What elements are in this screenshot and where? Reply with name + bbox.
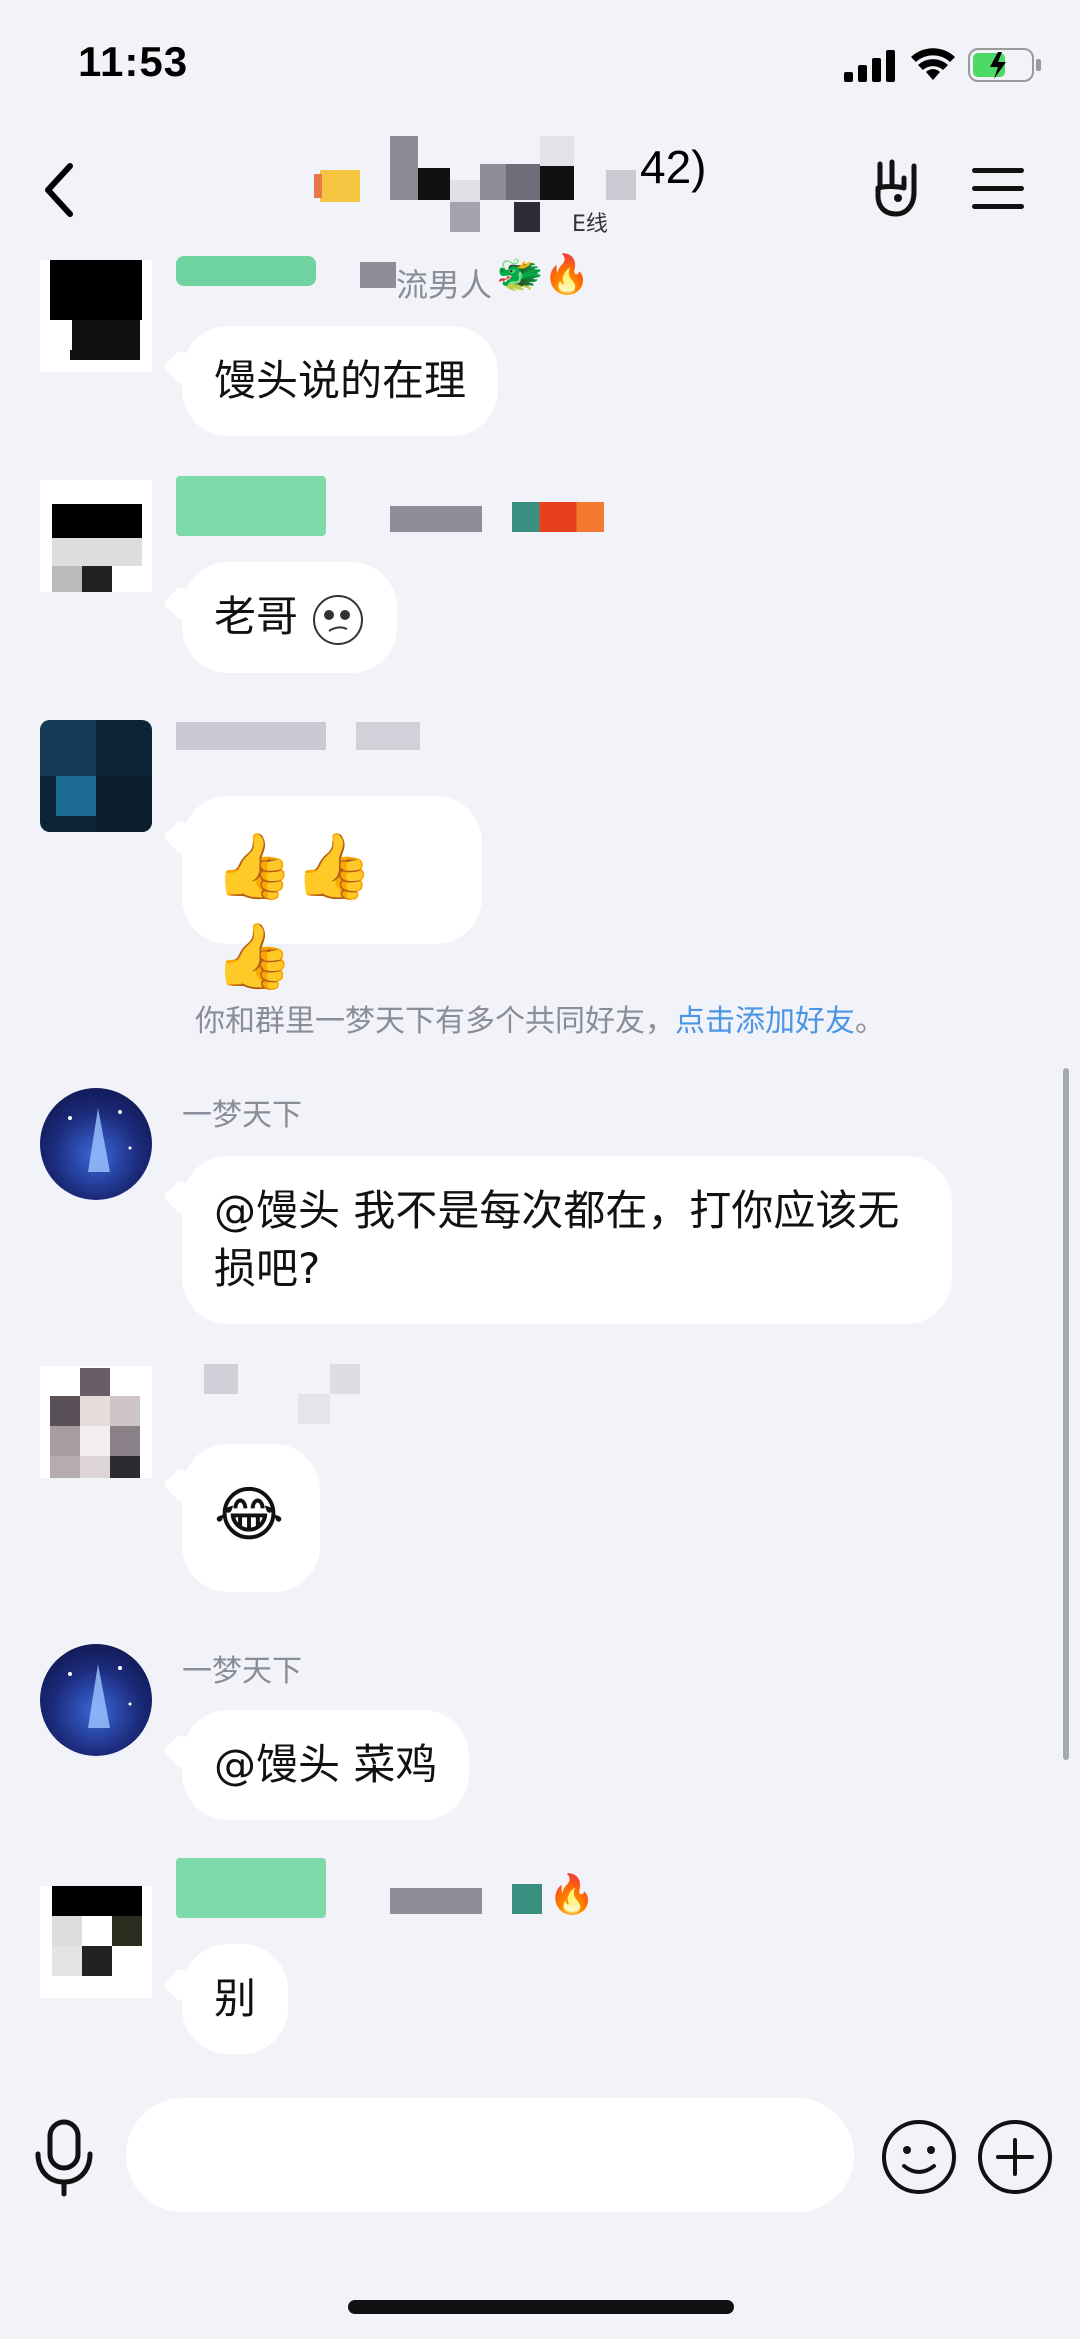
member-title-tag	[176, 1858, 326, 1918]
badge-icons: 🐲🔥	[496, 252, 591, 296]
message-bubble[interactable]: 别	[162, 1944, 289, 2054]
message-text: @馒头 菜鸡	[214, 1740, 438, 1789]
chat-menu-button[interactable]	[972, 166, 1024, 212]
chat-title-member-count: 42)	[640, 141, 707, 193]
message-bubble[interactable]: @馒头 菜鸡	[162, 1710, 470, 1820]
voice-button[interactable]	[32, 2118, 96, 2198]
message-text: @馒头 我不是每次都在，打你应该无损吧?	[214, 1186, 900, 1293]
sender-name: 流男人	[396, 266, 493, 304]
message-bubble[interactable]: 👍👍👍	[162, 796, 482, 994]
scrollbar[interactable]	[1063, 1068, 1069, 1760]
microphone-icon	[35, 2119, 93, 2197]
member-title-tag	[176, 256, 316, 286]
avatar[interactable]	[40, 260, 152, 372]
message-text: 馒头说的在理	[214, 356, 467, 405]
add-friend-link[interactable]: 点击添加好友	[675, 1004, 855, 1039]
member-title-tag	[176, 476, 326, 536]
thumbs-up-emoji-icon: 👍👍👍	[214, 830, 374, 994]
laughing-tears-emoji-icon: 😂	[214, 1480, 285, 1550]
wifi-icon	[910, 46, 956, 82]
smirk-emoji-icon	[311, 593, 365, 647]
message-text: 老哥	[214, 592, 299, 641]
sender-name-obscured	[298, 1394, 330, 1424]
notice-suffix: 。	[855, 1004, 885, 1039]
message-bubble[interactable]: @馒头 我不是每次都在，打你应该无损吧?	[162, 1156, 952, 1324]
avatar[interactable]	[40, 1088, 152, 1200]
message-bubble[interactable]: 老哥	[162, 562, 398, 673]
avatar[interactable]	[40, 720, 152, 832]
sender-name-obscured	[360, 262, 396, 288]
signal-icon	[844, 50, 896, 82]
sender-name-obscured	[390, 1888, 482, 1914]
badge-icons-obscured	[512, 502, 604, 532]
rock-hand-icon	[875, 159, 917, 217]
avatar[interactable]	[40, 1366, 152, 1478]
battery-icon	[968, 48, 1042, 82]
emoji-button[interactable]	[880, 2118, 958, 2196]
back-button[interactable]	[38, 160, 82, 220]
fire-icon: 🔥	[548, 1872, 596, 1916]
plus-circle-icon	[978, 2120, 1052, 2194]
sender-name-obscured	[390, 506, 482, 532]
avatar[interactable]	[40, 1886, 152, 1998]
home-indicator[interactable]	[348, 2300, 734, 2314]
hamburger-menu-icon	[972, 168, 1024, 209]
badge-icon-obscured	[512, 1884, 542, 1914]
chat-online-status: E线	[572, 212, 608, 237]
sender-name: 一梦天下	[182, 1654, 302, 1689]
sender-name-obscured	[176, 722, 326, 750]
sender-name: 一梦天下	[182, 1098, 302, 1133]
status-time: 11:53	[78, 38, 189, 85]
more-button[interactable]	[976, 2118, 1054, 2196]
avatar[interactable]	[40, 1644, 152, 1756]
sender-name-obscured	[330, 1364, 360, 1394]
message-text: 别	[214, 1974, 257, 2023]
rock-hand-button[interactable]	[870, 158, 926, 218]
message-bubble[interactable]: 😂	[162, 1444, 320, 1592]
message-input[interactable]	[126, 2098, 854, 2212]
sender-name-obscured	[204, 1364, 238, 1394]
notice-text: 你和群里一梦天下有多个共同好友，	[195, 1004, 675, 1039]
sender-name-obscured	[356, 722, 420, 750]
system-notice: 你和群里一梦天下有多个共同好友，点击添加好友。	[0, 996, 1080, 1040]
message-bubble[interactable]: 馒头说的在理	[162, 326, 499, 436]
smiley-icon	[882, 2120, 956, 2194]
avatar[interactable]	[40, 480, 152, 592]
chevron-left-icon	[45, 163, 73, 217]
